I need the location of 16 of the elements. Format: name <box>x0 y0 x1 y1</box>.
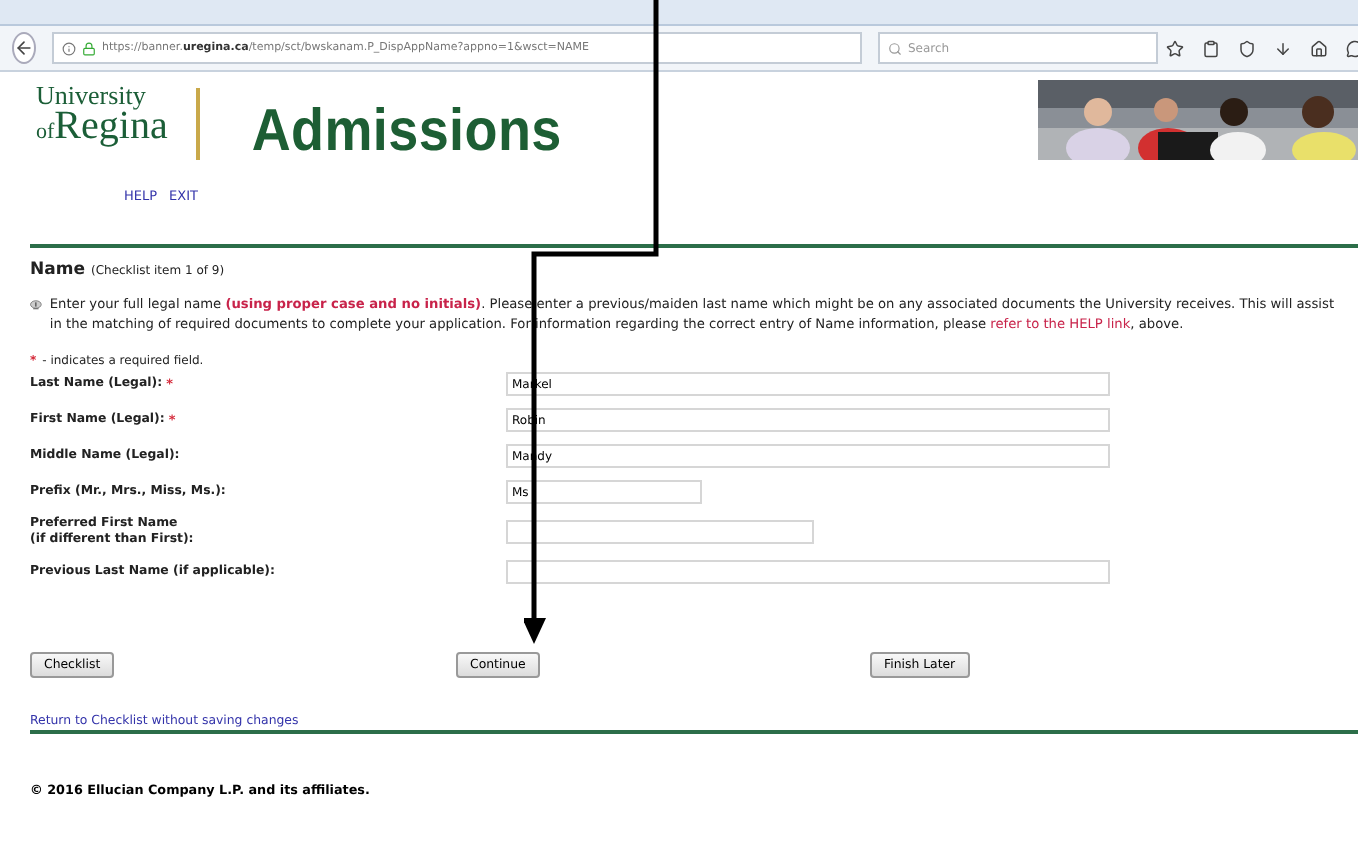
university-logo: University ofRegina <box>36 84 168 144</box>
shield-icon[interactable] <box>1238 39 1256 57</box>
search-icon <box>888 41 902 55</box>
text-field[interactable] <box>506 520 814 545</box>
section-title: Name <box>30 260 85 280</box>
back-icon <box>14 38 34 58</box>
lock-icon <box>82 41 96 55</box>
page-title: Admissions <box>251 96 562 166</box>
back-button[interactable] <box>12 32 36 64</box>
star-icon[interactable] <box>1166 39 1184 57</box>
clipboard-icon[interactable] <box>1202 39 1220 57</box>
info-icon <box>30 296 42 314</box>
info-icon <box>62 41 76 55</box>
text-field[interactable] <box>506 560 1110 585</box>
download-icon[interactable] <box>1274 39 1292 57</box>
home-icon[interactable] <box>1310 39 1328 57</box>
